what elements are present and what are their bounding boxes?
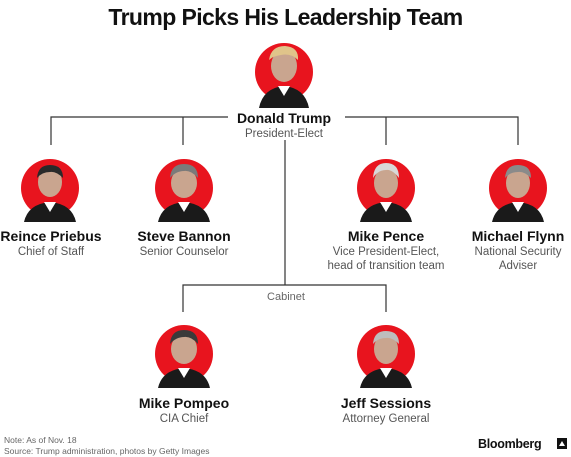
footnote-note: Note: As of Nov. 18	[4, 435, 77, 445]
pompeo-name: Mike Pompeo	[138, 395, 230, 411]
bloomberg-logo: Bloomberg	[478, 437, 542, 451]
bloomberg-mark-icon	[557, 438, 567, 449]
pence-portrait	[357, 159, 415, 222]
footnote-source: Source: Trump administration, photos by …	[4, 446, 210, 456]
trump-portrait	[255, 43, 313, 108]
sessions-portrait	[357, 325, 415, 388]
flynn-role-line-1: National Security	[474, 246, 562, 258]
bannon-portrait	[155, 159, 213, 222]
cabinet-label: Cabinet	[256, 291, 316, 303]
sessions-name: Jeff Sessions	[340, 395, 432, 411]
org-chart: Trump Picks His Leadership Team Donald T…	[0, 0, 571, 457]
sessions-role: Attorney General	[342, 413, 430, 425]
priebus-portrait	[21, 159, 79, 222]
pompeo-portrait	[155, 325, 213, 388]
pompeo-role: CIA Chief	[159, 413, 209, 425]
bannon-role: Senior Counselor	[139, 246, 229, 258]
trump-role: President-Elect	[245, 128, 323, 140]
trump-name: Donald Trump	[236, 110, 332, 126]
flynn-name: Michael Flynn	[471, 228, 565, 244]
bannon-name: Steve Bannon	[137, 228, 231, 244]
flynn-role-line-2: Adviser	[498, 260, 538, 272]
flynn-portrait	[489, 159, 547, 222]
